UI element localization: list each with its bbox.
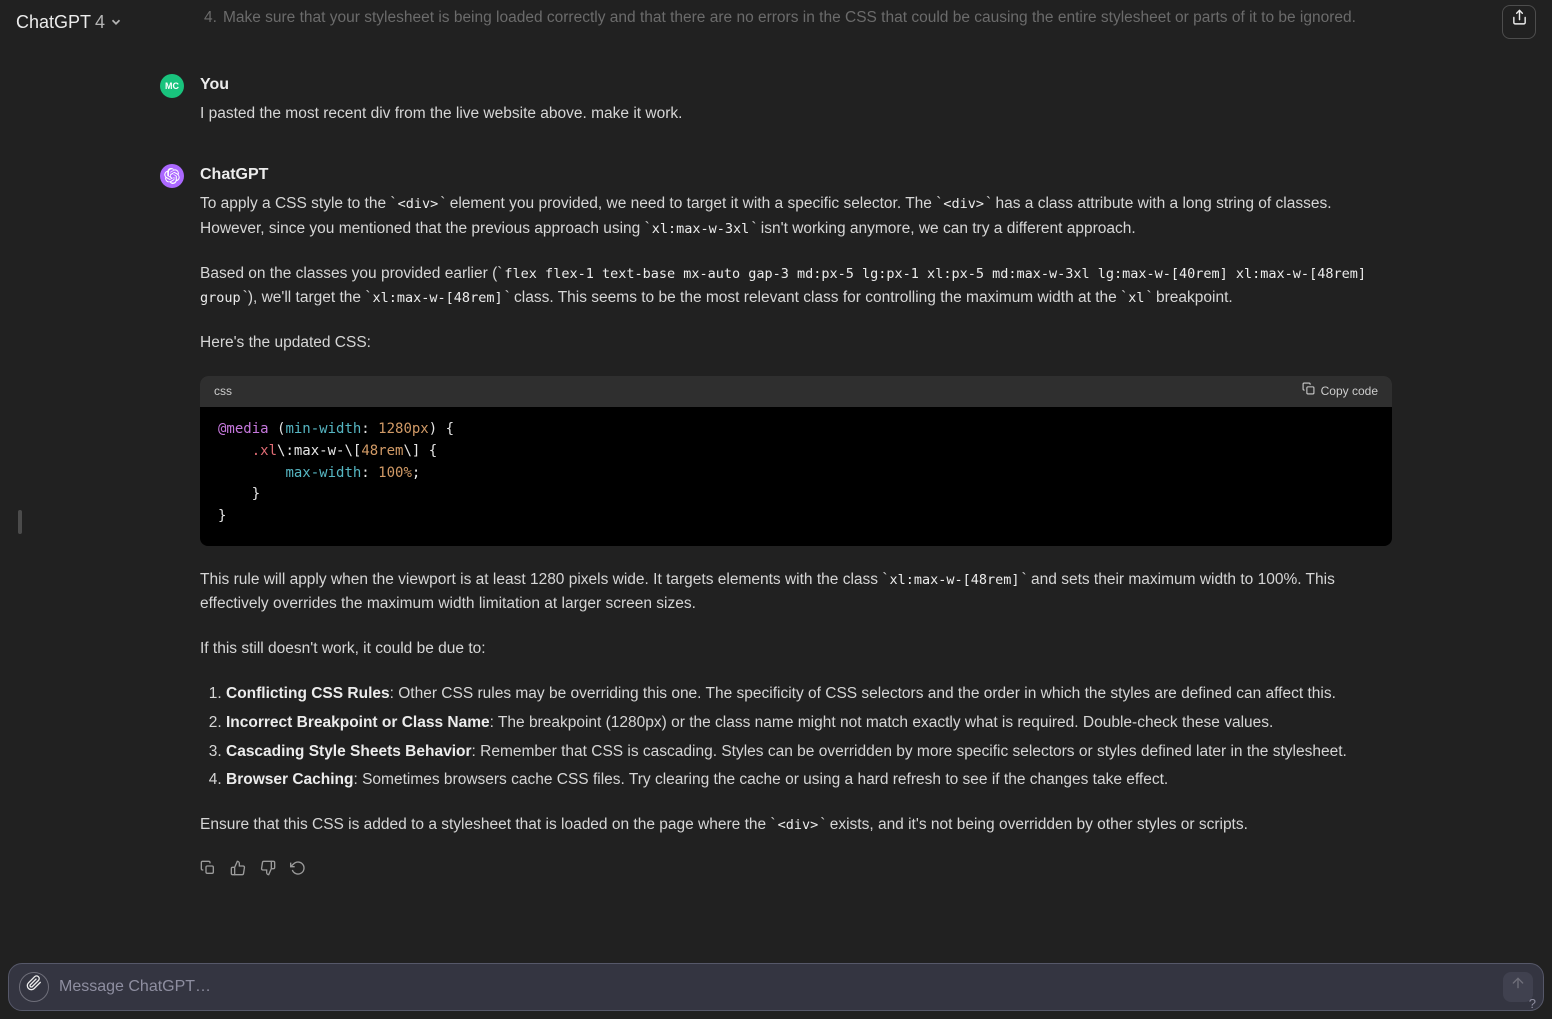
attach-button[interactable] xyxy=(19,972,49,1002)
user-name-label: You xyxy=(200,72,1392,98)
text-fragment: breakpoint. xyxy=(1152,289,1233,306)
copy-code-button[interactable]: Copy code xyxy=(1302,382,1378,401)
message-input[interactable] xyxy=(59,978,1493,996)
user-message: MC You I pasted the most recent div from… xyxy=(160,72,1392,126)
message-actions xyxy=(198,858,1392,878)
text-fragment: ), we'll target the xyxy=(248,289,366,306)
copy-response-icon[interactable] xyxy=(198,858,218,878)
inline-code: <div> xyxy=(941,196,986,212)
text-fragment: class. This seems to be the most relevan… xyxy=(510,289,1121,306)
inline-code: xl:max-w-[48rem] xyxy=(888,572,1022,588)
user-avatar: MC xyxy=(160,74,184,98)
conversation-scroll[interactable]: 4.Make sure that your stylesheet is bein… xyxy=(0,0,1552,967)
model-selector[interactable]: ChatGPT 4 xyxy=(16,8,123,37)
reason-text: : Other CSS rules may be overriding this… xyxy=(390,685,1336,702)
share-icon xyxy=(1511,9,1528,35)
assistant-message: ChatGPT To apply a CSS style to the `<di… xyxy=(160,162,1392,878)
text-fragment: element you provided, we need to target … xyxy=(445,195,936,212)
reason-text: : The breakpoint (1280px) or the class n… xyxy=(490,714,1274,731)
inline-code: <div> xyxy=(776,817,821,833)
user-text: I pasted the most recent div from the li… xyxy=(200,102,1392,127)
copy-code-label: Copy code xyxy=(1321,382,1378,401)
paperclip-icon xyxy=(26,974,42,1000)
reasons-list: Conflicting CSS Rules: Other CSS rules m… xyxy=(200,682,1392,793)
code-content: @media (min-width: 1280px) { .xl\:max-w-… xyxy=(200,407,1392,545)
text-fragment: exists, and it's not being overridden by… xyxy=(825,816,1248,833)
inline-code: xl xyxy=(1126,290,1146,306)
list-item: Conflicting CSS Rules: Other CSS rules m… xyxy=(226,682,1392,707)
inline-code: xl:max-w-[48rem] xyxy=(371,290,505,306)
text-fragment: Here's the updated CSS: xyxy=(200,331,1392,356)
list-item: Browser Caching: Sometimes browsers cach… xyxy=(226,768,1392,793)
text-fragment: isn't working anymore, we can try a diff… xyxy=(757,220,1136,237)
list-item: Cascading Style Sheets Behavior: Remembe… xyxy=(226,740,1392,765)
clipboard-icon xyxy=(1302,382,1315,401)
model-name: ChatGPT xyxy=(16,8,91,37)
reason-title: Incorrect Breakpoint or Class Name xyxy=(226,714,490,731)
text-fragment: Based on the classes you provided earlie… xyxy=(200,265,497,282)
model-version: 4 xyxy=(95,8,105,37)
arrow-up-icon xyxy=(1510,974,1526,1000)
help-badge[interactable]: ? xyxy=(1529,994,1536,1015)
reason-text: : Sometimes browsers cache CSS files. Tr… xyxy=(353,771,1168,788)
thumbs-down-icon[interactable] xyxy=(258,858,278,878)
composer xyxy=(8,963,1544,1011)
text-fragment: If this still doesn't work, it could be … xyxy=(200,637,1392,662)
assistant-text: To apply a CSS style to the `<div>` elem… xyxy=(200,192,1392,878)
regenerate-icon[interactable] xyxy=(288,858,308,878)
reason-title: Browser Caching xyxy=(226,771,353,788)
inline-code: <div> xyxy=(396,196,441,212)
assistant-name-label: ChatGPT xyxy=(200,162,1392,188)
text-fragment: Ensure that this CSS is added to a style… xyxy=(200,816,770,833)
sidebar-collapse-handle[interactable] xyxy=(18,510,22,534)
list-item: Incorrect Breakpoint or Class Name: The … xyxy=(226,711,1392,736)
inline-code: xl:max-w-3xl xyxy=(650,221,752,237)
assistant-avatar xyxy=(160,164,184,188)
top-bar: ChatGPT 4 xyxy=(0,0,1552,44)
reason-title: Cascading Style Sheets Behavior xyxy=(226,743,472,760)
code-block-header: css Copy code xyxy=(200,376,1392,407)
text-fragment: This rule will apply when the viewport i… xyxy=(200,571,882,588)
chevron-down-icon xyxy=(109,15,123,29)
reason-title: Conflicting CSS Rules xyxy=(226,685,390,702)
share-button[interactable] xyxy=(1502,5,1536,39)
text-fragment: To apply a CSS style to the xyxy=(200,195,390,212)
code-block: css Copy code @media (min-width: 1280px)… xyxy=(200,376,1392,546)
code-lang-label: css xyxy=(214,382,232,401)
reason-text: : Remember that CSS is cascading. Styles… xyxy=(472,743,1347,760)
thumbs-up-icon[interactable] xyxy=(228,858,248,878)
